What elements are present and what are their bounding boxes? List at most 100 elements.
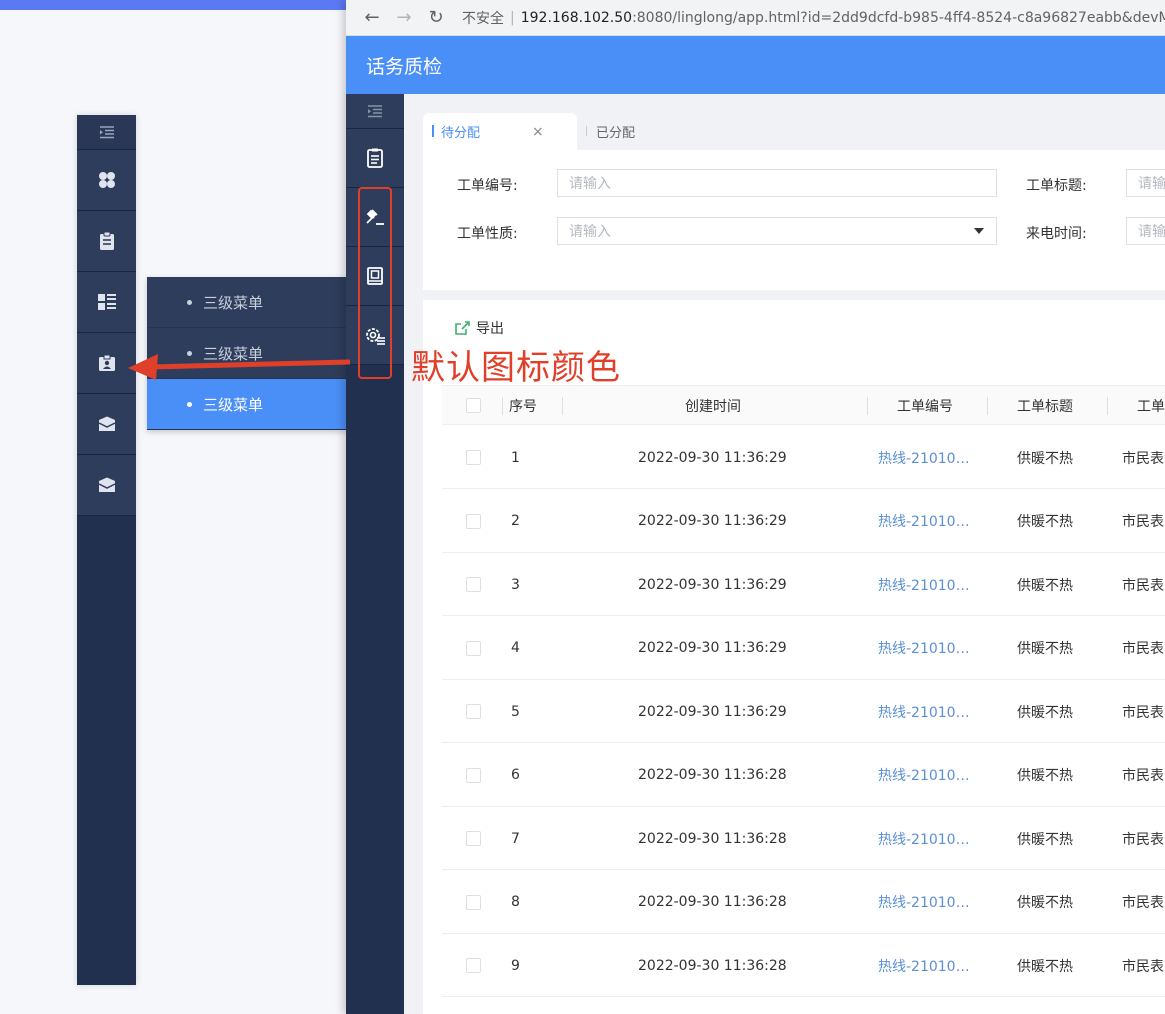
app-body: 待分配 × 已分配 工单编号: 请输入 工单标题: 请输 工单性质: 请输入 来… <box>346 94 1165 1014</box>
app-sidebar-collapse[interactable] <box>346 94 404 129</box>
sidebar-item-clipboard[interactable] <box>77 211 136 272</box>
tab-label: 待分配 <box>441 126 481 141</box>
url-field[interactable]: 不安全 | 192.168.102.50 :8080/linglong/app.… <box>456 3 1165 32</box>
cell-index: 2 <box>511 513 520 529</box>
call-time-input[interactable]: 请输 <box>1126 217 1165 245</box>
menu-collapse-icon <box>99 126 114 139</box>
order-no-input[interactable]: 请输入 <box>557 169 997 197</box>
table-row[interactable]: 2 2022-09-30 11:36:29 热线-21010… 供暖不热 市民表 <box>442 490 1165 553</box>
sidebar-item-grid[interactable] <box>77 150 136 211</box>
row-checkbox[interactable] <box>466 831 481 846</box>
left-sidebar <box>77 115 136 985</box>
row-checkbox[interactable] <box>466 577 481 592</box>
table-row[interactable]: 6 2022-09-30 11:36:28 热线-21010… 供暖不热 市民表 <box>442 744 1165 807</box>
tab-pending[interactable]: 待分配 × <box>423 113 577 150</box>
order-type-select[interactable]: 请输入 <box>557 217 997 245</box>
sidebar-item-badge[interactable] <box>77 333 136 394</box>
list-icon <box>97 294 116 310</box>
browser-window: ← → ↻ 不安全 | 192.168.102.50 :8080/linglon… <box>346 0 1165 1014</box>
cell-title: 供暖不热 <box>1017 831 1073 848</box>
tab-assigned[interactable]: 已分配 <box>586 113 635 150</box>
cell-index: 1 <box>511 449 520 466</box>
table-row[interactable]: 4 2022-09-30 11:36:29 热线-21010… 供暖不热 市民表 <box>442 617 1165 680</box>
cell-order-no-link[interactable]: 热线-21010… <box>878 744 970 807</box>
cell-index: 4 <box>511 640 520 656</box>
top-accent-strip <box>0 0 350 10</box>
table-row[interactable]: 5 2022-09-30 11:36:29 热线-21010… 供暖不热 市民表 <box>442 680 1165 743</box>
order-title-input[interactable]: 请输 <box>1126 169 1165 197</box>
app-sidebar-item-document[interactable] <box>346 129 404 188</box>
tab-label: 已分配 <box>596 126 636 141</box>
close-icon[interactable]: × <box>532 124 544 140</box>
arrow-left-icon: ← <box>364 7 380 28</box>
cell-title: 供暖不热 <box>1017 895 1073 911</box>
row-checkbox[interactable] <box>466 704 481 719</box>
arrow-right-icon: → <box>396 7 412 28</box>
envelope-icon <box>98 416 115 431</box>
cell-created: 2022-09-30 11:36:28 <box>638 957 787 974</box>
table-row[interactable]: 7 2022-09-30 11:36:28 热线-21010… 供暖不热 市民表 <box>442 807 1165 870</box>
cell-order-no-link[interactable]: 热线-21010… <box>878 807 970 870</box>
row-checkbox[interactable] <box>466 513 481 529</box>
cell-type: 市民表 <box>1122 958 1164 975</box>
cell-order-no-link[interactable]: 热线-21010… <box>878 617 970 680</box>
cell-title: 供暖不热 <box>1017 577 1073 594</box>
row-checkbox[interactable] <box>466 450 481 465</box>
table-row[interactable]: 3 2022-09-30 11:36:29 热线-21010… 供暖不热 市民表 <box>442 553 1165 616</box>
cell-type: 市民表 <box>1122 895 1164 911</box>
table-row[interactable]: 9 2022-09-30 11:36:28 热线-21010… 供暖不热 市民表 <box>442 934 1165 997</box>
row-checkbox[interactable] <box>466 767 481 783</box>
table-row[interactable]: 1 2022-09-30 11:36:29 热线-21010… 供暖不热 市民表 <box>442 426 1165 489</box>
order-title-label: 工单标题: <box>1026 178 1087 194</box>
submenu-item[interactable]: 三级菜单 <box>147 277 347 328</box>
sidebar-item-mail-2[interactable] <box>77 455 136 516</box>
submenu-item-label: 三级菜单 <box>203 293 264 312</box>
cell-order-no-link[interactable]: 热线-21010… <box>878 680 970 743</box>
select-all-checkbox[interactable] <box>466 398 481 413</box>
cell-created: 2022-09-30 11:36:29 <box>638 513 787 529</box>
column-divider <box>1107 397 1108 415</box>
header-index: 序号 <box>509 399 537 415</box>
cell-order-no-link[interactable]: 热线-21010… <box>878 934 970 997</box>
column-divider <box>867 397 868 415</box>
submenu-item[interactable]: 三级菜单 <box>147 328 347 379</box>
cell-title: 供暖不热 <box>1017 514 1073 530</box>
cell-order-no-link[interactable]: 热线-21010… <box>878 426 970 489</box>
sidebar-item-mail-1[interactable] <box>77 394 136 455</box>
back-button[interactable]: ← <box>356 0 388 36</box>
row-checkbox[interactable] <box>466 640 481 656</box>
header-order-no: 工单编号 <box>897 399 953 415</box>
row-checkbox[interactable] <box>466 894 481 910</box>
highlight-box <box>358 187 392 379</box>
submenu-item-label: 三级菜单 <box>203 395 264 414</box>
cell-created: 2022-09-30 11:36:29 <box>638 449 787 466</box>
export-button[interactable]: 导出 <box>454 318 504 338</box>
envelope-icon <box>98 477 115 492</box>
app-sidebar <box>346 94 404 1014</box>
menu-collapse-icon <box>368 105 382 118</box>
cell-order-no-link[interactable]: 热线-21010… <box>878 553 970 616</box>
cell-type: 市民表 <box>1122 641 1164 657</box>
order-type-label: 工单性质: <box>457 226 518 242</box>
submenu-item-active[interactable]: 三级菜单 <box>147 379 347 430</box>
submenu-item-label: 三级菜单 <box>203 344 264 363</box>
reload-button[interactable]: ↻ <box>420 0 452 36</box>
sidebar-collapse-button[interactable] <box>77 115 136 150</box>
id-badge-icon <box>98 354 115 371</box>
row-checkbox[interactable] <box>466 958 481 973</box>
table-row[interactable]: 8 2022-09-30 11:36:28 热线-21010… 供暖不热 市民表 <box>442 871 1165 934</box>
header-created: 创建时间 <box>685 399 741 415</box>
cell-order-no-link[interactable]: 热线-21010… <box>878 490 970 553</box>
main-content: 待分配 × 已分配 工单编号: 请输入 工单标题: 请输 工单性质: 请输入 来… <box>404 94 1165 1014</box>
cell-created: 2022-09-30 11:36:28 <box>638 830 787 847</box>
forward-button[interactable]: → <box>388 0 420 36</box>
cell-title: 供暖不热 <box>1017 641 1073 657</box>
url-path: :8080/linglong/app.html?id=2dd9dcfd-b985… <box>632 9 1165 26</box>
address-bar: ← → ↻ 不安全 | 192.168.102.50 :8080/linglon… <box>346 0 1165 36</box>
sidebar-item-list[interactable] <box>77 272 136 333</box>
caret-down-icon <box>974 228 984 234</box>
app-header: 话务质检 <box>346 36 1165 94</box>
export-label: 导出 <box>476 321 504 337</box>
cell-order-no-link[interactable]: 热线-21010… <box>878 871 970 934</box>
cell-index: 5 <box>511 703 520 720</box>
